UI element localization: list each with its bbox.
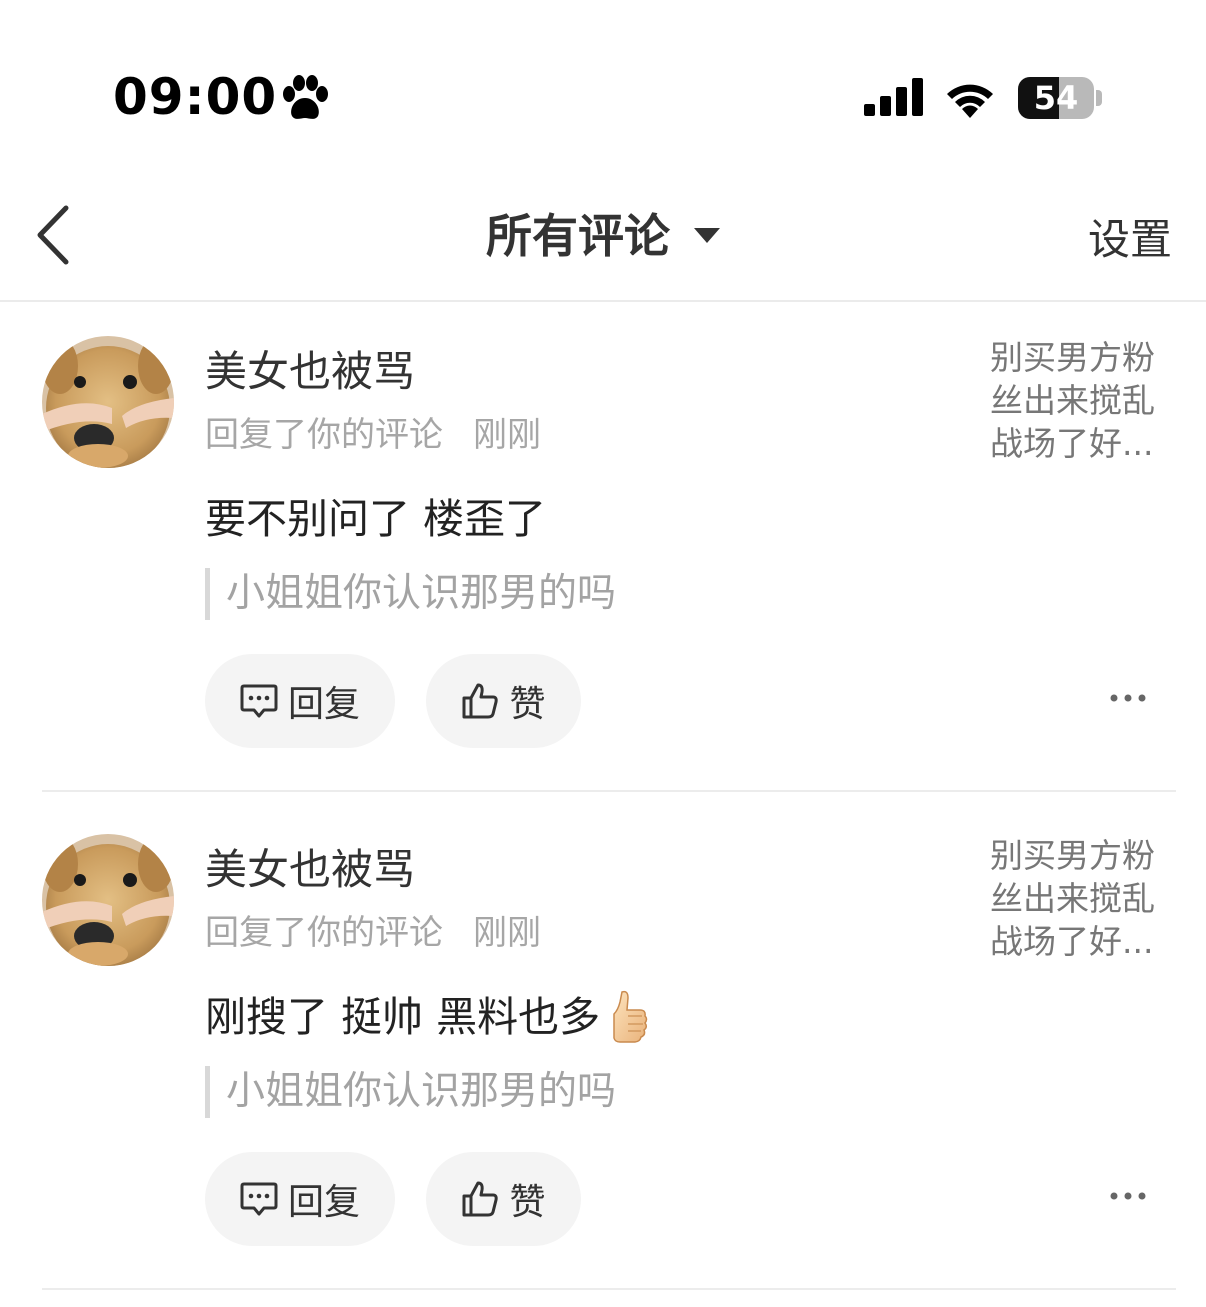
quoted-comment[interactable]: 小姐姐你认识那男的吗 [205, 568, 616, 620]
like-label: 赞 [509, 684, 546, 725]
reply-label: 回复 [287, 1182, 360, 1223]
notice-item[interactable]: 美女也被骂 回复了你的评论 刚刚 要不别问了 楼歪了 小姐姐你认识那男的吗 回复 … [0, 302, 1206, 802]
more-icon[interactable] [1108, 690, 1148, 706]
quoted-comment[interactable]: 小姐姐你认识那男的吗 [205, 1066, 616, 1118]
like-label: 赞 [509, 1182, 546, 1223]
status-bar: 09:00 54 [0, 0, 1206, 170]
notice-meta: 回复了你的评论 刚刚 [205, 910, 541, 956]
comment-body: 刚搜了 挺帅 黑料也多 [205, 993, 601, 1041]
wifi-icon [947, 84, 993, 118]
nav-bar: 所有评论 设置 [0, 170, 1206, 302]
like-button[interactable]: 赞 [426, 1152, 581, 1246]
battery-indicator: 54 [1018, 77, 1102, 119]
original-post-preview[interactable]: 别买男方粉丝出来搅乱战场了好... [990, 336, 1172, 465]
comment-text: 要不别问了 楼歪了 [205, 490, 546, 548]
username[interactable]: 美女也被骂 [205, 342, 415, 402]
notice-meta: 回复了你的评论 刚刚 [205, 412, 541, 458]
username[interactable]: 美女也被骂 [205, 840, 415, 900]
comment-icon [240, 1182, 278, 1216]
reply-button[interactable]: 回复 [205, 654, 395, 748]
paw-icon [283, 75, 328, 119]
divider [42, 1288, 1176, 1290]
comment-filter-dropdown[interactable]: 所有评论 [0, 208, 1206, 264]
reply-button[interactable]: 回复 [205, 1152, 395, 1246]
thumbs-up-icon [613, 990, 648, 1043]
notice-time: 刚刚 [473, 913, 541, 953]
thumbs-up-outline-icon [462, 683, 499, 719]
avatar[interactable] [42, 834, 174, 966]
original-post-preview[interactable]: 别买男方粉丝出来搅乱战场了好... [990, 834, 1172, 963]
settings-button[interactable]: 设置 [1088, 212, 1172, 268]
battery-level: 54 [1033, 79, 1079, 117]
page-title: 所有评论 [486, 209, 670, 263]
notice-action: 回复了你的评论 [205, 415, 443, 455]
avatar[interactable] [42, 336, 174, 468]
battery-body: 54 [1018, 77, 1094, 119]
like-button[interactable]: 赞 [426, 654, 581, 748]
comment-icon [240, 684, 278, 718]
caret-down-icon [694, 228, 720, 243]
comment-body: 要不别问了 楼歪了 [205, 495, 547, 543]
notice-action: 回复了你的评论 [205, 913, 443, 953]
thumbs-up-outline-icon [462, 1181, 499, 1217]
battery-tip [1096, 90, 1102, 106]
notice-item[interactable]: 美女也被骂 回复了你的评论 刚刚 刚搜了 挺帅 黑料也多 小姐姐你认识那男的吗 回… [0, 800, 1206, 1300]
signal-icon [864, 78, 923, 116]
reply-label: 回复 [287, 684, 360, 725]
more-icon[interactable] [1108, 1188, 1148, 1204]
notice-time: 刚刚 [473, 415, 541, 455]
divider [42, 790, 1176, 792]
comment-text: 刚搜了 挺帅 黑料也多 [205, 988, 650, 1046]
status-time: 09:00 [113, 68, 278, 126]
